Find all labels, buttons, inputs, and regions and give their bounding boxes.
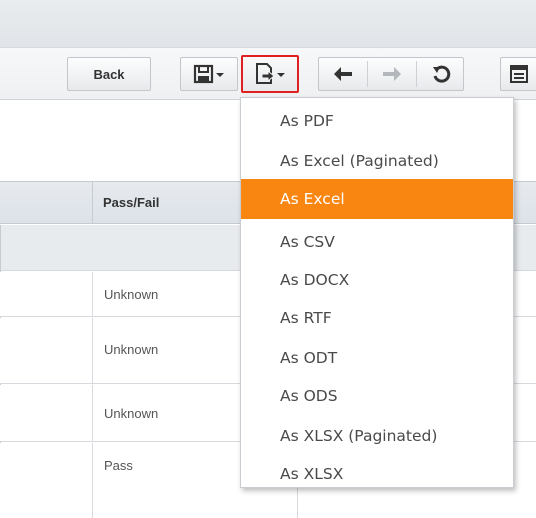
cell-divider	[92, 318, 93, 384]
back-button[interactable]: Back	[67, 57, 151, 91]
export-icon	[254, 62, 276, 86]
menu-item-as-excel[interactable]: As Excel	[241, 179, 513, 219]
menu-item-as-excel-paginated[interactable]: As Excel (Paginated)	[241, 141, 513, 181]
menu-item-as-xlsx[interactable]: As XLSX	[241, 454, 513, 494]
report-viewer: Back Pass/Fail Unknown Unknown Unknown P…	[0, 0, 536, 518]
menu-item-label: As XLSX (Paginated)	[280, 427, 438, 445]
menu-item-label: As DOCX	[280, 271, 350, 289]
chevron-down-icon	[215, 69, 225, 79]
menu-item-as-docx[interactable]: As DOCX	[241, 260, 513, 300]
reset-icon	[431, 64, 451, 84]
cell-divider	[92, 385, 93, 442]
menu-item-label: As CSV	[280, 233, 335, 251]
list-view-button[interactable]	[500, 57, 536, 91]
column-header-label: Pass/Fail	[103, 195, 160, 210]
pass-fail-cell: Pass	[104, 458, 133, 473]
cell-divider	[92, 272, 93, 317]
menu-item-label: As Excel	[280, 190, 345, 208]
menu-item-as-csv[interactable]: As CSV	[241, 222, 513, 262]
menu-item-label: As ODS	[280, 387, 338, 405]
pass-fail-cell: Unknown	[104, 405, 159, 421]
menu-item-as-xlsx-paginated[interactable]: As XLSX (Paginated)	[241, 416, 513, 456]
menu-item-label: As RTF	[280, 309, 332, 327]
redo-arrow-icon	[381, 65, 403, 83]
undo-button[interactable]	[319, 58, 367, 90]
save-icon	[193, 63, 215, 85]
chevron-down-icon	[276, 69, 286, 79]
menu-item-label: As PDF	[280, 112, 334, 130]
menu-item-as-rtf[interactable]: As RTF	[241, 298, 513, 338]
save-dropdown-button[interactable]	[180, 57, 238, 91]
top-band	[0, 0, 536, 48]
undo-arrow-icon	[332, 65, 354, 83]
export-dropdown-button[interactable]	[241, 55, 299, 93]
pass-fail-cell: Unknown	[104, 342, 159, 357]
menu-item-as-pdf[interactable]: As PDF	[241, 101, 513, 141]
export-menu: As PDF As Excel (Paginated) As Excel As …	[240, 97, 514, 488]
menu-item-label: As Excel (Paginated)	[280, 152, 439, 170]
reset-button[interactable]	[417, 58, 465, 90]
menu-item-as-ods[interactable]: As ODS	[241, 376, 513, 416]
back-button-label: Back	[93, 66, 125, 82]
menu-item-label: As ODT	[280, 349, 338, 367]
menu-item-as-odt[interactable]: As ODT	[241, 338, 513, 378]
history-button-group	[318, 57, 464, 91]
cell-divider	[92, 443, 93, 518]
pass-fail-cell: Unknown	[104, 286, 159, 302]
menu-item-label: As XLSX	[280, 465, 344, 483]
redo-button[interactable]	[368, 58, 416, 90]
list-icon	[509, 64, 529, 84]
